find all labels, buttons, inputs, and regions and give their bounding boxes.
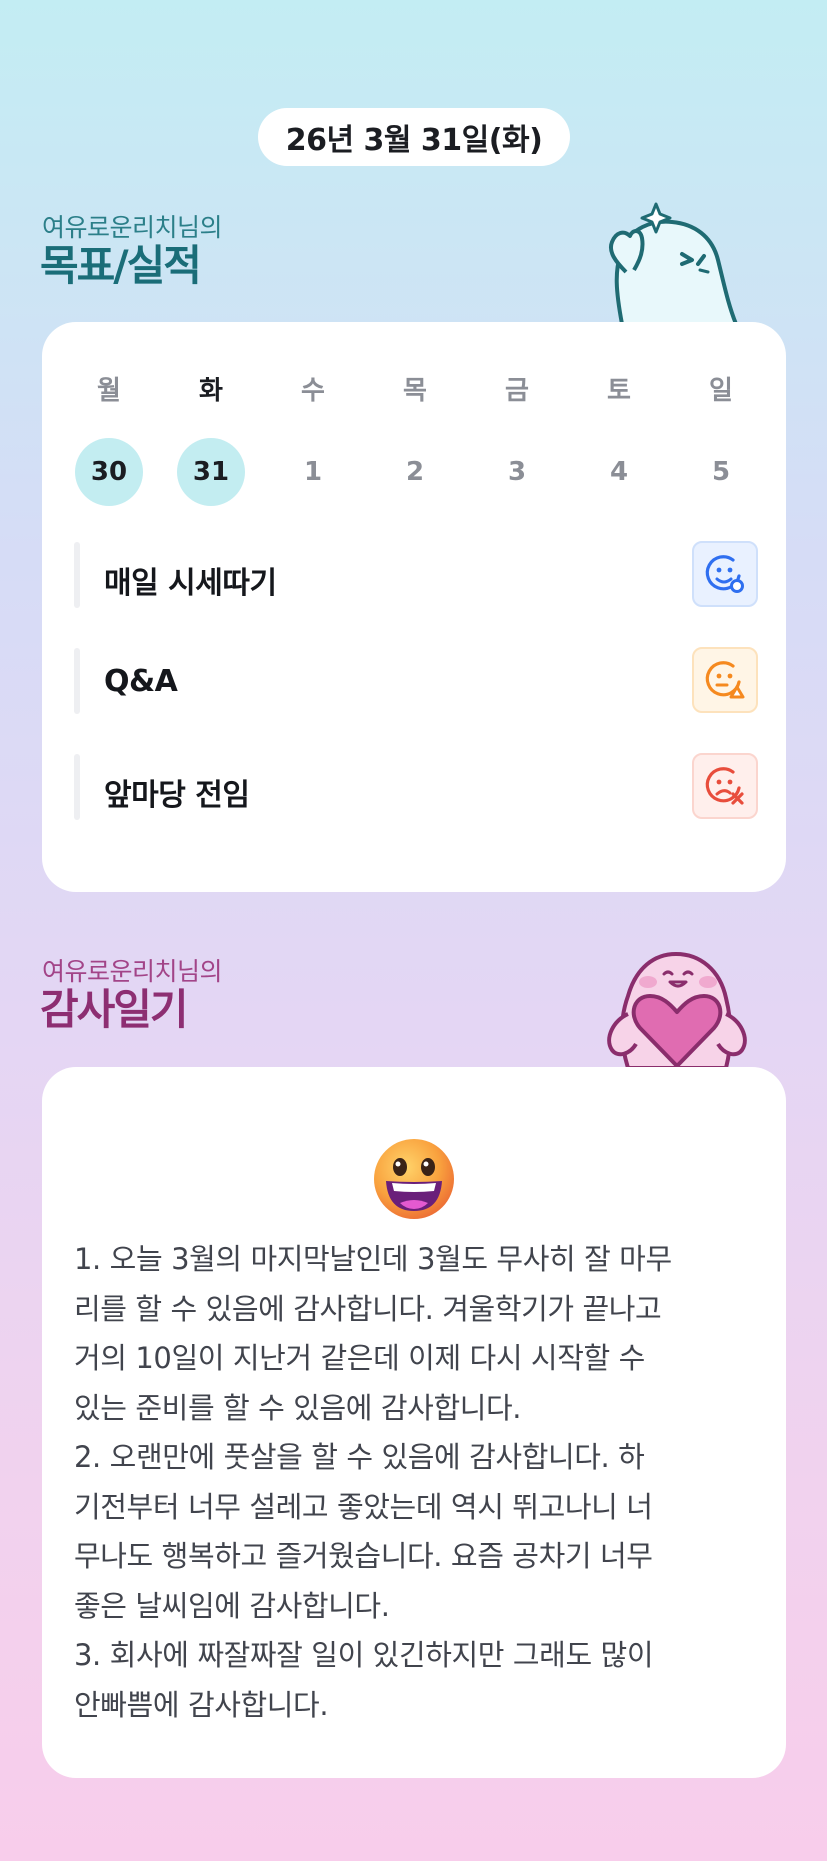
gratitude-line: 있는 준비를 할 수 있음에 감사합니다. bbox=[74, 1390, 522, 1425]
day-thu[interactable]: 목 2 bbox=[380, 374, 450, 506]
goals-card: 월 30 화 31 수 1 목 2 금 3 토 4 일 5 매일 시세따기 Q&… bbox=[42, 322, 786, 892]
goal-item[interactable]: 앞마당 전임 bbox=[74, 753, 758, 820]
day-number: 1 bbox=[303, 457, 323, 487]
gratitude-line: 2. 오랜만에 풋살을 할 수 있음에 감사합니다. 하 bbox=[74, 1440, 645, 1474]
neutral-triangle-icon bbox=[705, 661, 745, 699]
gratitude-line: 좋은 날씨임에 감사합니다. bbox=[74, 1588, 390, 1623]
day-number: 4 bbox=[609, 457, 629, 487]
day-name: 일 bbox=[709, 376, 733, 406]
smile-check-icon bbox=[705, 555, 744, 593]
goal-status-badge[interactable] bbox=[692, 647, 758, 713]
day-name: 월 bbox=[97, 376, 121, 406]
goal-item-label: Q&A bbox=[104, 664, 178, 699]
gratitude-title: 감사일기 bbox=[40, 985, 189, 1034]
day-number: 5 bbox=[711, 457, 731, 487]
gratitude-line: 무나도 행복하고 즐거웠습니다. 요즘 공차기 너무 bbox=[74, 1539, 653, 1573]
sad-x-icon bbox=[705, 767, 744, 805]
goals-title: 목표/실적 bbox=[40, 241, 202, 290]
day-sun[interactable]: 일 5 bbox=[686, 374, 756, 506]
day-name: 화 bbox=[199, 376, 223, 406]
gratitude-text: 1. 오늘 3월의 마지막날인데 3월도 무사히 잘 마무 리를 할 수 있음에… bbox=[74, 1235, 764, 1730]
grinning-face-icon bbox=[374, 1139, 454, 1219]
gratitude-line: 1. 오늘 3월의 마지막날인데 3월도 무사히 잘 마무 bbox=[74, 1242, 672, 1276]
day-number: 31 bbox=[177, 438, 245, 506]
goal-status-badge[interactable] bbox=[692, 541, 758, 607]
gratitude-line: 3. 회사에 짜잘짜잘 일이 있긴하지만 그래도 많이 bbox=[74, 1638, 654, 1672]
day-number: 2 bbox=[405, 457, 425, 487]
day-number: 3 bbox=[507, 457, 527, 487]
day-fri[interactable]: 금 3 bbox=[482, 374, 552, 506]
day-wed[interactable]: 수 1 bbox=[278, 374, 348, 506]
day-name: 수 bbox=[301, 376, 325, 406]
gratitude-line: 리를 할 수 있음에 감사합니다. 겨울학기가 끝나고 bbox=[74, 1291, 662, 1326]
goal-item-label: 앞마당 전임 bbox=[104, 778, 250, 813]
date-pill: 26년 3월 31일(화) bbox=[258, 108, 570, 166]
goal-item-label: 매일 시세따기 bbox=[104, 566, 277, 601]
day-tue[interactable]: 화 31 bbox=[176, 374, 246, 506]
gratitude-card: 1. 오늘 3월의 마지막날인데 3월도 무사히 잘 마무 리를 할 수 있음에… bbox=[42, 1067, 786, 1778]
gratitude-line: 안빠쁨에 감사합니다. bbox=[74, 1687, 329, 1722]
day-number: 30 bbox=[75, 438, 143, 506]
goal-status-badge[interactable] bbox=[692, 753, 758, 819]
goal-item[interactable]: 매일 시세따기 bbox=[74, 541, 758, 608]
day-sat[interactable]: 토 4 bbox=[584, 374, 654, 506]
mascot-heart-icon bbox=[607, 952, 747, 1068]
goal-item-bar bbox=[74, 648, 80, 714]
goal-item-bar bbox=[74, 754, 80, 820]
goal-item-bar bbox=[74, 542, 80, 608]
day-name: 목 bbox=[403, 376, 427, 406]
goal-item[interactable]: Q&A bbox=[74, 647, 758, 714]
gratitude-line: 거의 10일이 지난거 같은데 이제 다시 시작할 수 bbox=[74, 1341, 645, 1375]
gratitude-line: 기전부터 너무 설레고 좋았는데 역시 뛰고나니 너 bbox=[74, 1489, 653, 1524]
day-name: 토 bbox=[607, 376, 631, 406]
day-name: 금 bbox=[505, 376, 529, 406]
date-text: 26년 3월 31일(화) bbox=[285, 123, 543, 158]
day-mon[interactable]: 월 30 bbox=[74, 374, 144, 506]
mascot-ghost-icon bbox=[609, 202, 738, 324]
